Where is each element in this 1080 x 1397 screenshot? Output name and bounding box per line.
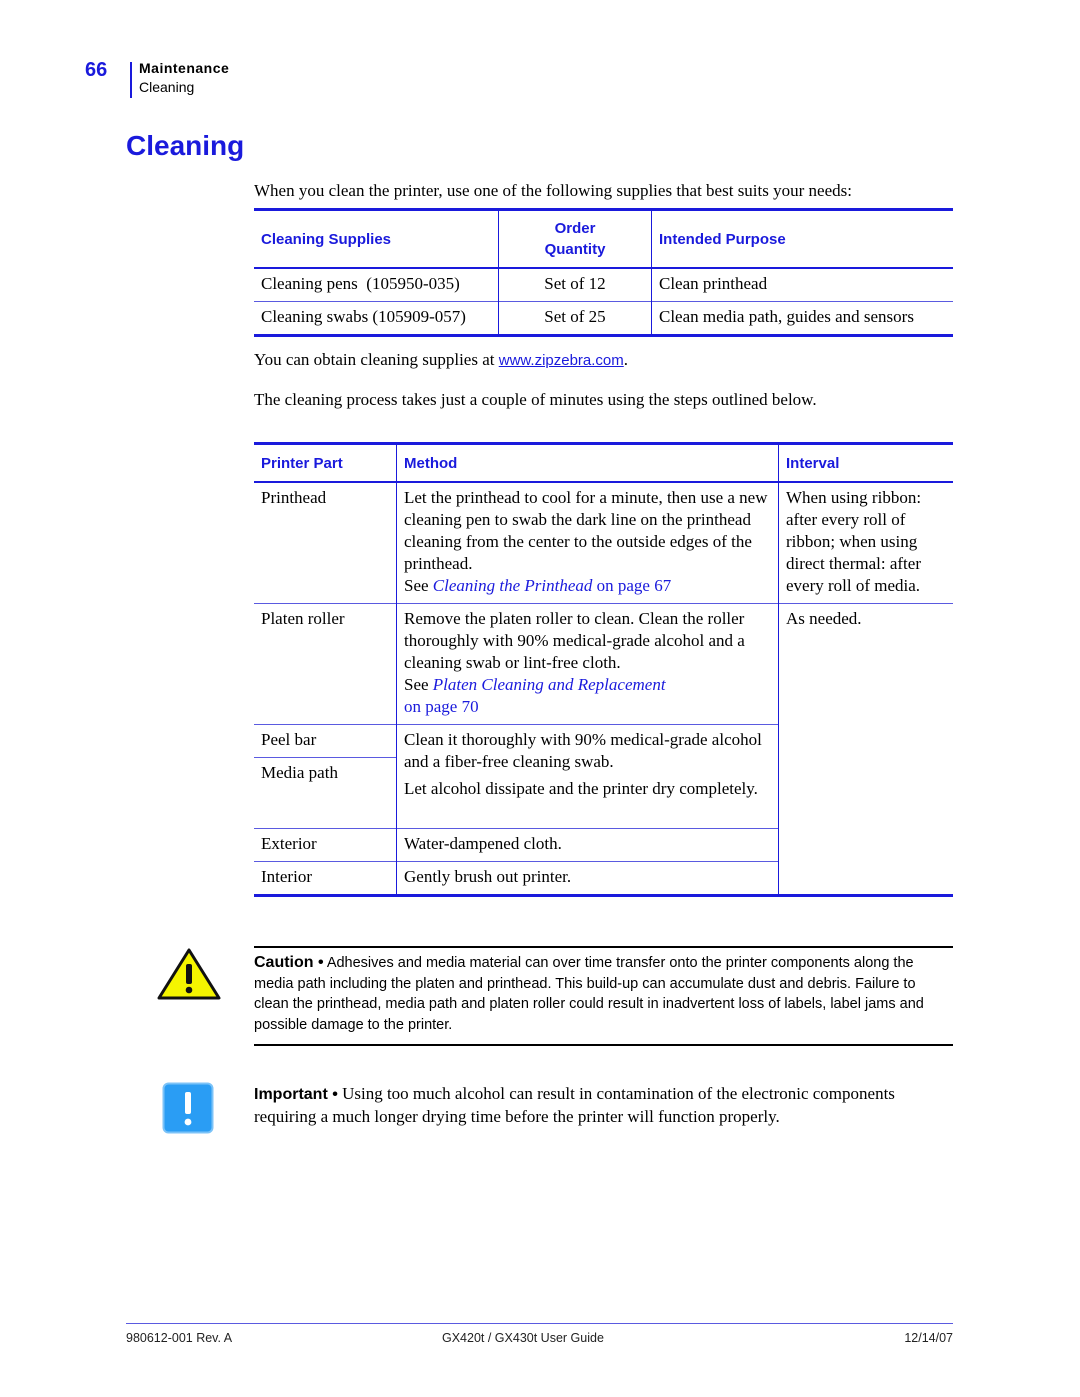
page-67-link[interactable]: on page 67 [592,576,672,595]
intended-purpose: Clean media path, guides and sensors [651,301,953,336]
footer-doc-number: 980612-001 Rev. A [126,1331,233,1345]
cleaning-printhead-link[interactable]: Cleaning the Printhead [433,576,593,595]
zipzebra-link[interactable]: www.zipzebra.com [499,352,624,369]
obtain-supplies-text: You can obtain cleaning supplies at www.… [254,350,628,370]
interval: When using ribbon: after every roll of r… [778,481,953,604]
col-header-method: Method [396,443,779,483]
supply-name: Cleaning swabs (105909-057) [254,301,499,336]
platen-cleaning-link[interactable]: Platen Cleaning and Replacement [433,675,666,694]
method-text: Clean it thoroughly with 90% medical-gra… [404,730,762,771]
table-row: Cleaning pens (105950-035) Set of 12 Cle… [254,267,953,302]
supplies-header-row: Cleaning Supplies Order Quantity Intended… [254,209,953,269]
method-text: Let the printhead to cool for a minute, … [404,488,768,573]
cleaning-table: Printer Part Method Interval Printhead L… [254,442,953,897]
caution-body: Adhesives and media material can over ti… [254,955,924,1033]
footer-guide-title: GX420t / GX430t User Guide [442,1331,604,1345]
caution-note: Caution • Adhesives and media material c… [254,953,944,1035]
page-number: 66 [85,59,108,81]
order-quantity: Set of 25 [498,301,652,336]
method: Remove the platen roller to clean. Clean… [396,603,779,725]
caution-label: Caution • [254,954,324,971]
order-quantity: Set of 12 [498,267,652,302]
interval: As needed. [778,603,953,896]
obtain-prefix: You can obtain cleaning supplies at [254,350,499,369]
page-70-link[interactable]: on page 70 [404,697,479,716]
page-title: Cleaning [126,130,245,161]
part-name: Platen roller [254,603,397,725]
header-divider [130,62,132,98]
method: Let the printhead to cool for a minute, … [396,481,779,604]
method: Clean it thoroughly with 90% medical-gra… [396,724,779,829]
part-name: Peel bar [254,724,397,758]
col-header-quantity: Order Quantity [498,209,652,269]
part-name: Interior [254,861,397,896]
see-label: See [404,576,433,595]
important-note: Important • Using too much alcohol can r… [254,1083,944,1128]
chapter-title: Maintenance [139,60,230,76]
part-name: Printhead [254,481,397,604]
table-row-printhead: Printhead Let the printhead to cool for … [254,481,953,604]
col-header-interval: Interval [778,443,953,483]
method-text: Remove the platen roller to clean. Clean… [404,609,745,672]
method-text-2: Let alcohol dissipate and the printer dr… [404,779,758,798]
footer-rule [126,1323,953,1324]
intended-purpose: Clean printhead [651,267,953,302]
see-label: See [404,675,433,694]
col-header-quantity-line2: Quantity [544,241,606,258]
col-header-supplies: Cleaning Supplies [254,209,499,269]
method: Water-dampened cloth. [396,828,779,862]
table-row: Cleaning swabs (105909-057) Set of 25 Cl… [254,301,953,336]
important-body: Using too much alcohol can result in con… [254,1084,895,1126]
supply-name: Cleaning pens (105950-035) [254,267,499,302]
section-title: Cleaning [139,79,195,95]
part-name: Exterior [254,828,397,862]
col-header-quantity-line1: Order [554,220,596,237]
important-label: Important • [254,1086,338,1103]
obtain-suffix: . [623,350,629,369]
warning-triangle-icon [157,948,221,1000]
col-header-purpose: Intended Purpose [651,209,953,269]
method: Gently brush out printer. [396,861,779,896]
supplies-table: Cleaning Supplies Order Quantity Intended… [254,208,953,337]
cleaning-header-row: Printer Part Method Interval [254,443,953,483]
process-text: The cleaning process takes just a couple… [254,390,817,409]
col-header-part: Printer Part [254,443,397,483]
footer-date: 12/14/07 [904,1331,953,1345]
table-row-platen: Platen roller Remove the platen roller t… [254,603,953,896]
caution-top-rule [254,946,953,948]
intro-text: When you clean the printer, use one of t… [254,181,852,200]
caution-bottom-rule [254,1044,953,1046]
part-name: Media path [254,757,397,829]
exclamation-box-icon [162,1082,214,1134]
